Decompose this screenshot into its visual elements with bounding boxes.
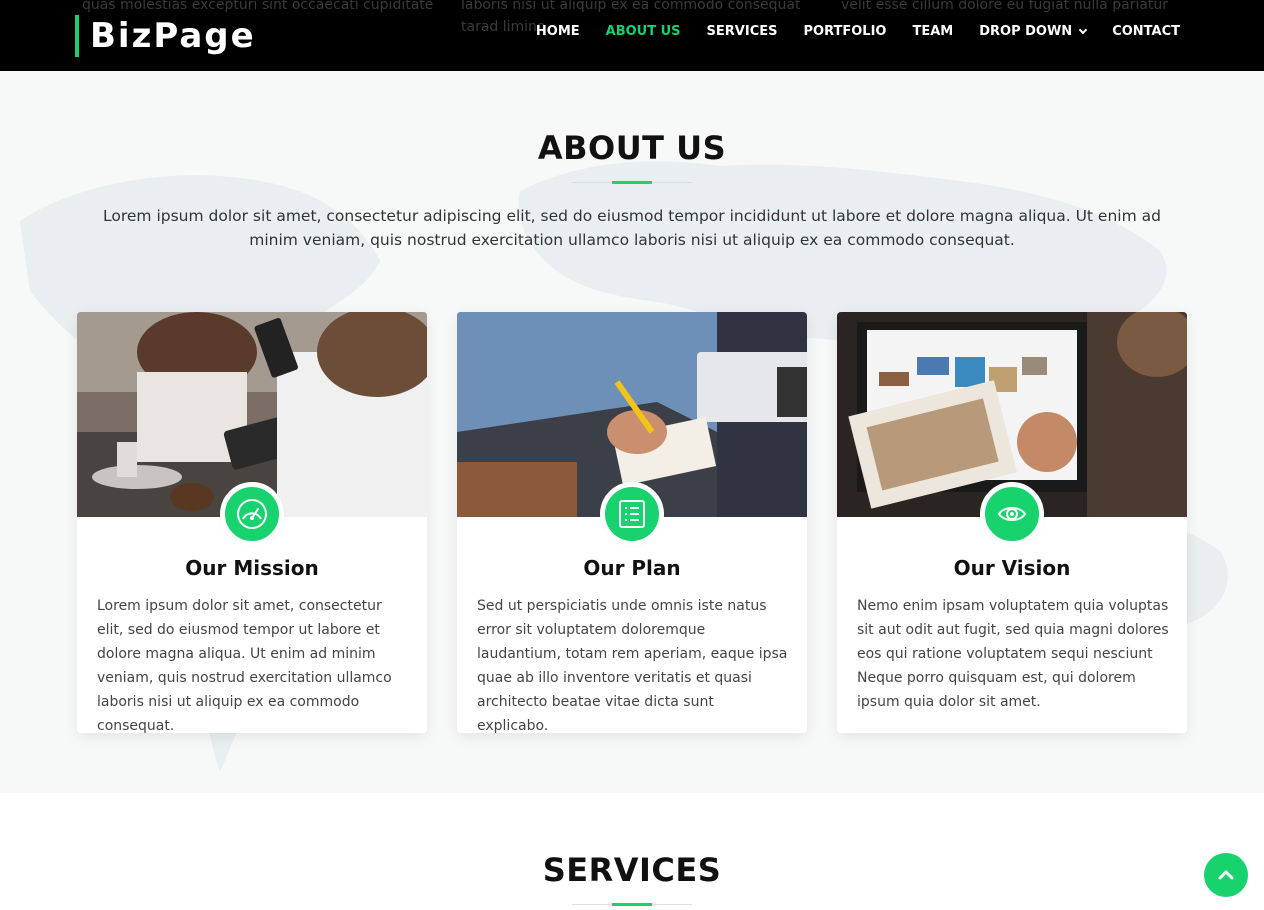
nav-services[interactable]: SERVICES: [707, 22, 778, 42]
nav-portfolio[interactable]: PORTFOLIO: [803, 22, 886, 42]
chevron-down-icon: [1078, 25, 1088, 35]
title-divider: [572, 903, 692, 906]
title-divider-accent: [612, 903, 652, 906]
card-text: Lorem ipsum dolor sit amet, consectetur …: [97, 598, 392, 734]
site-logo[interactable]: BizPage: [75, 15, 256, 57]
nav-contact[interactable]: CONTACT: [1112, 22, 1180, 42]
card-title: Our Plan: [583, 556, 681, 580]
about-card-mission: Our Mission Lorem ipsum dolor sit amet, …: [77, 312, 427, 734]
card-title: Our Mission: [185, 556, 319, 580]
back-to-top-button[interactable]: [1204, 853, 1248, 897]
ghost-text: quas molestias excepturi sint occaecati …: [82, 0, 434, 13]
about-intro-text: Lorem ipsum dolor sit amet, consectetur …: [103, 207, 1161, 249]
card-icon-wrap: [220, 482, 284, 546]
list-icon: [619, 500, 645, 528]
card-text: Nemo enim ipsam voluptatem quia voluptas…: [857, 598, 1169, 710]
speedometer-icon: [237, 499, 267, 529]
ghost-text: laboris nisi ut aliquip ex ea commodo co…: [461, 0, 801, 13]
card-title: Our Vision: [953, 556, 1071, 580]
nav-team[interactable]: TEAM: [912, 22, 953, 42]
about-card-vision: Our Vision Nemo enim ipsam voluptatem qu…: [837, 312, 1187, 733]
site-header: quas molestias excepturi sint occaecati …: [0, 0, 1264, 71]
nav-drop-down-label: DROP DOWN: [979, 24, 1073, 39]
about-card-plan: Our Plan Sed ut perspiciatis unde omnis …: [457, 312, 807, 734]
services-title: SERVICES: [542, 851, 722, 889]
main-nav: HOME ABOUT US SERVICES PORTFOLIO TEAM DR…: [536, 22, 1180, 42]
chevron-up-icon: [1218, 870, 1234, 880]
ghost-text: tarad limino: [461, 19, 546, 35]
card-icon-wrap: [600, 482, 664, 546]
nav-home[interactable]: HOME: [536, 22, 580, 42]
card-text: Sed ut perspiciatis unde omnis iste natu…: [477, 598, 788, 734]
about-section: ABOUT US Lorem ipsum dolor sit amet, con…: [0, 71, 1264, 793]
about-title: ABOUT US: [537, 129, 727, 167]
eye-icon: [997, 507, 1027, 521]
services-section: SERVICES: [0, 793, 1264, 910]
nav-about-us[interactable]: ABOUT US: [606, 22, 681, 42]
title-divider-accent: [612, 181, 652, 184]
ghost-text: velit esse cillum dolore eu fugiat nulla…: [841, 0, 1169, 13]
card-icon-wrap: [980, 482, 1044, 546]
nav-drop-down[interactable]: DROP DOWN: [979, 22, 1088, 42]
title-divider: [572, 181, 692, 184]
